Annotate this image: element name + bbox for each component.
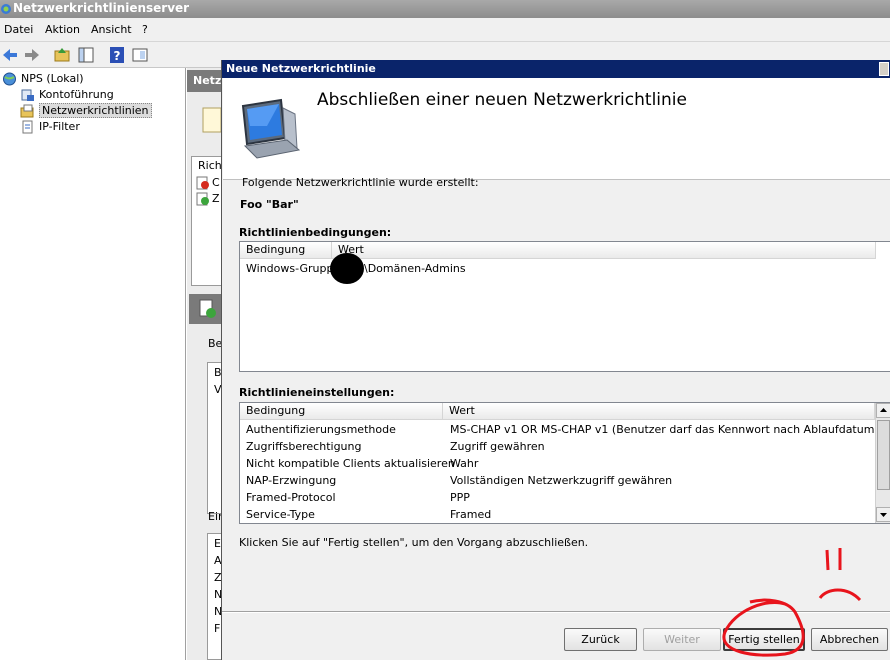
- settings-column-value[interactable]: Wert: [443, 403, 875, 420]
- settings-scrollbar[interactable]: [875, 403, 890, 523]
- scroll-down-icon[interactable]: [876, 507, 890, 522]
- settings-row-value[interactable]: MS-CHAP v1 OR MS-CHAP v1 (Benutzer darf …: [450, 421, 875, 438]
- show-hide-tree-icon[interactable]: [76, 45, 96, 65]
- denied-icon: [196, 176, 209, 190]
- help-icon[interactable]: ?: [107, 45, 127, 65]
- cancel-button[interactable]: Abbrechen: [811, 628, 888, 651]
- settings-row-value[interactable]: Wahr: [450, 455, 478, 472]
- dialog-header: Abschließen einer neuen Netzwerkrichtlin…: [223, 78, 890, 180]
- conditions-column-value[interactable]: Wert: [332, 242, 876, 259]
- policy-check-icon: [199, 299, 216, 318]
- policy-list-row[interactable]: C: [212, 176, 220, 189]
- dialog-title: Neue Netzwerkrichtlinie: [226, 62, 376, 75]
- footer-divider: [222, 611, 890, 613]
- back-button[interactable]: Zurück: [564, 628, 637, 651]
- conditions-row-condition[interactable]: Windows-Gruppe: [246, 260, 340, 277]
- new-network-policy-dialog: Neue Netzwerkrichtlinie Abschließen eine…: [221, 60, 890, 660]
- back-arrow-icon[interactable]: [0, 45, 20, 65]
- conditions-label: Richtlinienbedingungen:: [239, 226, 392, 239]
- filter-document-icon: [22, 120, 33, 134]
- finish-button[interactable]: Fertig stellen: [723, 628, 805, 651]
- redaction-mark: [330, 253, 364, 284]
- settings-row-value[interactable]: Vollständigen Netzwerkzugriff gewähren: [450, 472, 672, 489]
- settings-row-value[interactable]: PPP: [450, 489, 470, 506]
- up-folder-icon[interactable]: [52, 45, 72, 65]
- finish-hint: Klicken Sie auf "Fertig stellen", um den…: [239, 536, 589, 549]
- next-button[interactable]: Weiter: [643, 628, 721, 651]
- policy-folder-icon: [20, 104, 34, 118]
- policy-name: Foo "Bar": [240, 198, 299, 211]
- tree-item-kontofuehrung[interactable]: Kontoführung: [20, 87, 114, 103]
- menu-view[interactable]: Ansicht: [91, 23, 132, 36]
- settings-listview[interactable]: Bedingung Wert Authentifizierungsmethode…: [239, 402, 890, 524]
- menu-help[interactable]: ?: [142, 23, 148, 36]
- nps-app-icon: [1, 4, 11, 14]
- menu-file[interactable]: Datei: [4, 23, 33, 36]
- settings-row-condition[interactable]: NAP-Erzwingung: [246, 472, 336, 489]
- settings-row-condition[interactable]: Framed-Protocol: [246, 489, 336, 506]
- granted-icon: [196, 192, 209, 206]
- dialog-heading: Abschließen einer neuen Netzwerkrichtlin…: [317, 90, 687, 110]
- conditions-row-value[interactable]: \Domänen-Admins: [364, 260, 466, 277]
- policy-document-icon: [202, 107, 222, 133]
- dialog-titlebar: Neue Netzwerkrichtlinie: [222, 60, 890, 78]
- main-window-title: Netzwerkrichtlinienserver: [13, 1, 190, 15]
- settings-row-condition[interactable]: Authentifizierungsmethode: [246, 421, 396, 438]
- svg-text:?: ?: [114, 49, 121, 63]
- settings-row-value[interactable]: Zugriff gewähren: [450, 438, 545, 455]
- tree-item-nps-root[interactable]: NPS (Lokal): [2, 71, 84, 87]
- forward-arrow-icon[interactable]: [22, 45, 42, 65]
- accounting-icon: [21, 89, 34, 101]
- settings-row-condition[interactable]: Zugriffsberechtigung: [246, 438, 361, 455]
- tree-item-ip-filter[interactable]: IP-Filter: [20, 119, 80, 135]
- settings-row-value[interactable]: Framed: [450, 506, 491, 523]
- tree-item-netzwerkrichtlinien[interactable]: Netzwerkrichtlinien: [20, 103, 152, 119]
- scroll-thumb[interactable]: [877, 420, 890, 490]
- settings-label: Richtlinieneinstellungen:: [239, 386, 395, 399]
- main-window-titlebar: Netzwerkrichtlinienserver: [0, 0, 890, 18]
- conditions-column-condition[interactable]: Bedingung: [240, 242, 332, 259]
- settings-row-condition[interactable]: Service-Type: [246, 506, 315, 523]
- settings-column-condition[interactable]: Bedingung: [240, 403, 443, 420]
- console-tree: NPS (Lokal) Kontoführung Netzwerkrichtli…: [0, 68, 186, 660]
- settings-row-condition[interactable]: Nicht kompatible Clients aktualisieren: [246, 455, 455, 472]
- globe-icon: [3, 72, 16, 86]
- close-icon[interactable]: [879, 62, 889, 76]
- policy-list-row[interactable]: Z: [212, 192, 220, 205]
- menu-action[interactable]: Aktion: [45, 23, 80, 36]
- created-label: Folgende Netzwerkrichtlinie wurde erstel…: [242, 176, 479, 189]
- menu-bar: Datei Aktion Ansicht ?: [0, 18, 890, 42]
- computer-monitor-icon: [241, 98, 301, 159]
- scroll-up-icon[interactable]: [876, 403, 890, 418]
- properties-pane-icon[interactable]: [130, 45, 150, 65]
